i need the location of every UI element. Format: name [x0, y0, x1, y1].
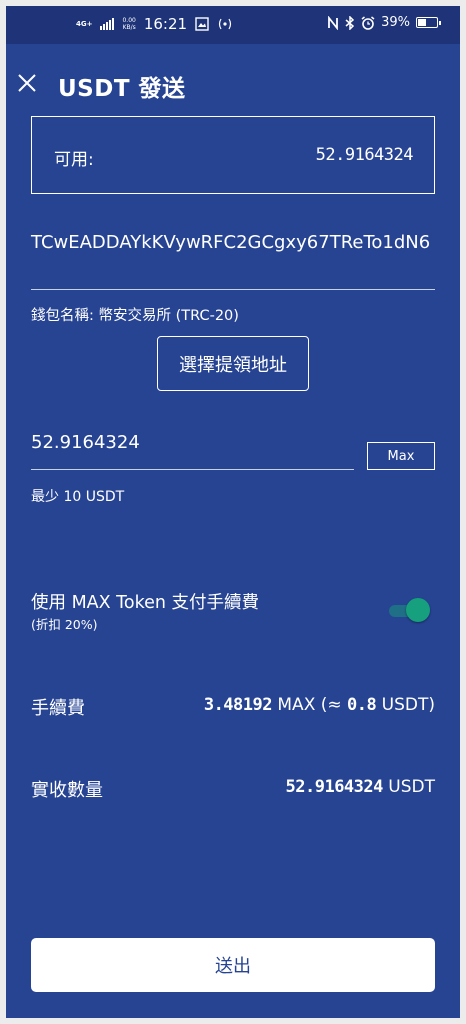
address-underline: [31, 289, 435, 290]
fee-amount: 3.48192: [203, 695, 273, 715]
fee-value: 3.48192 MAX (≈ 0.8 USDT): [204, 695, 435, 715]
speed-value: 0.00: [122, 17, 136, 24]
hotspot-icon: [218, 18, 232, 30]
amount-input[interactable]: 52.9164324: [31, 432, 140, 453]
fee-token-discount: (折扣 20%): [31, 617, 98, 632]
signal-icon: [100, 18, 115, 30]
status-bar-right: 39%: [327, 15, 441, 30]
page-title: USDT 發送: [58, 76, 186, 102]
header: USDT 發送: [6, 58, 460, 108]
toggle-knob: [406, 598, 430, 622]
status-bar: 4G+ 0.00 KB/s 16:21 39%: [6, 6, 460, 44]
choose-address-button[interactable]: 選擇提領地址: [157, 336, 309, 391]
wallet-name: 錢包名稱: 幣安交易所 (TRC-20): [31, 304, 239, 325]
available-label: 可用:: [54, 150, 94, 170]
wallet-name-label: 錢包名稱:: [31, 308, 94, 324]
max-button[interactable]: Max: [367, 442, 435, 470]
received-amount: 52.9164324: [285, 777, 384, 797]
battery-icon: [416, 17, 441, 28]
network-speed: 0.00 KB/s: [122, 17, 135, 31]
available-value: 52.9164324: [315, 145, 414, 165]
available-balance-box: 可用: 52.9164324: [31, 116, 435, 194]
app-screen: 4G+ 0.00 KB/s 16:21 39% USDT 發送 可用: 52.9…: [6, 6, 460, 1018]
notification-image-icon: [195, 17, 209, 31]
status-bar-left: 4G+ 0.00 KB/s 16:21: [76, 15, 233, 33]
clock: 16:21: [143, 15, 188, 33]
bluetooth-icon: [345, 15, 355, 30]
network-type: 4G+: [76, 19, 93, 28]
wallet-name-value: 幣安交易所 (TRC-20): [98, 308, 239, 324]
amount-underline: [31, 469, 354, 470]
address-input[interactable]: TCwEADDAYkKVywRFC2GCgxy67TReTo1dN6: [31, 229, 435, 256]
close-icon[interactable]: [14, 70, 40, 96]
fee-token-toggle[interactable]: [389, 597, 431, 623]
nfc-icon: [328, 15, 338, 30]
battery-percent: 39%: [381, 15, 410, 30]
fee-label: 手續費: [31, 698, 85, 719]
minimum-amount-hint: 最少 10 USDT: [31, 489, 125, 505]
speed-unit: KB/s: [122, 24, 136, 31]
received-label: 實收數量: [31, 780, 103, 801]
fee-unit: MAX (≈: [277, 695, 342, 715]
send-button[interactable]: 送出: [31, 938, 435, 992]
fee-token-label: 使用 MAX Token 支付手續費: [31, 593, 260, 613]
received-unit: USDT: [388, 777, 435, 797]
network-indicator: 4G+: [76, 19, 93, 28]
alarm-icon: [361, 15, 375, 30]
received-value: 52.9164324 USDT: [286, 777, 435, 797]
fee-approx-unit: USDT): [381, 695, 435, 715]
fee-approx: 0.8: [347, 695, 377, 715]
